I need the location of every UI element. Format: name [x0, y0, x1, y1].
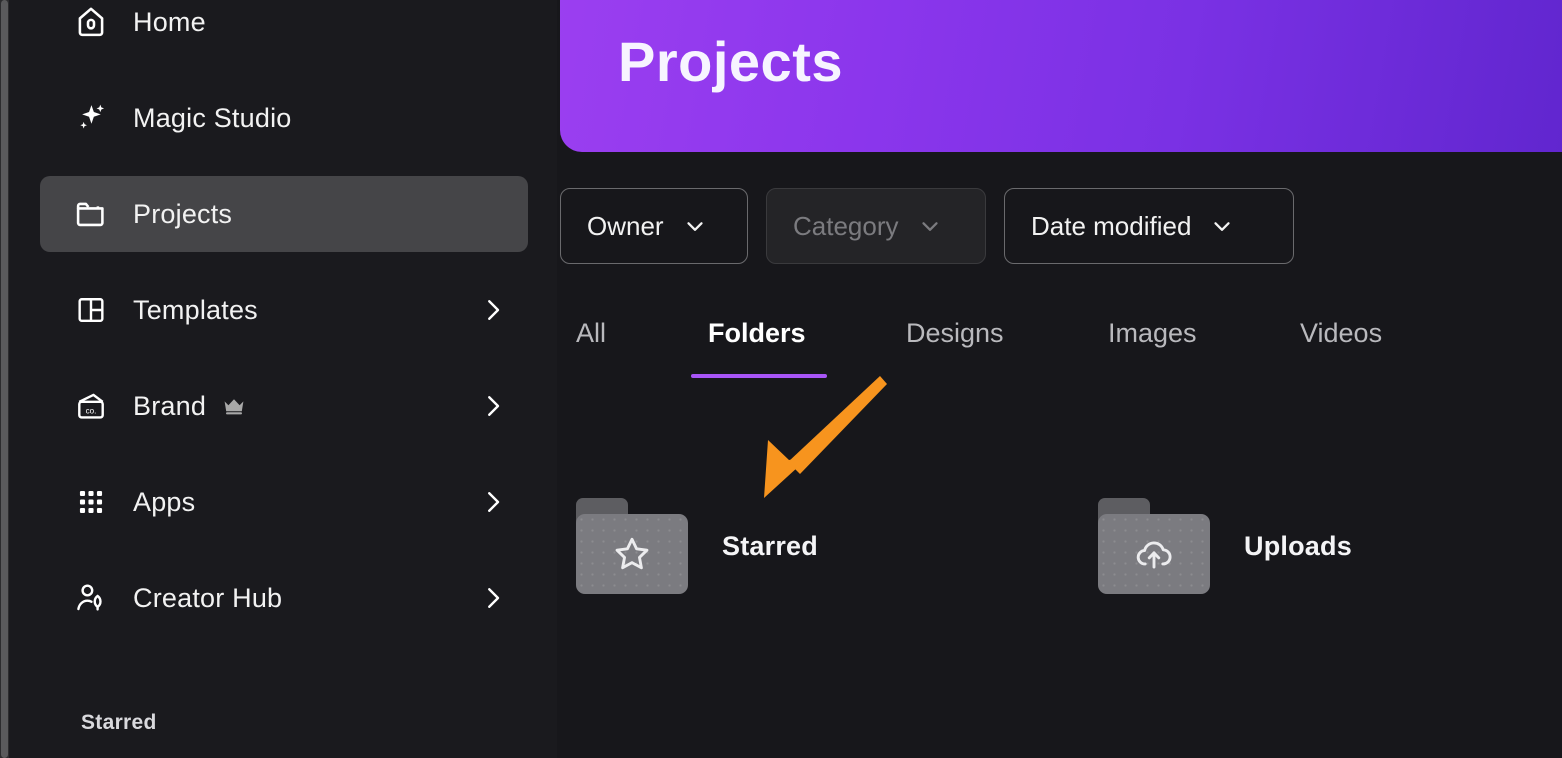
- sidebar-item-label: Templates: [133, 294, 258, 325]
- folder-thumbnail: [576, 498, 688, 594]
- chevron-down-icon: [1209, 213, 1235, 239]
- sidebar-item-home[interactable]: Home: [40, 0, 528, 60]
- chevron-right-icon: [478, 487, 508, 517]
- sidebar-item-creator-hub[interactable]: Creator Hub: [40, 560, 528, 636]
- folder-thumbnail: [1098, 498, 1210, 594]
- tab-videos[interactable]: Videos: [1300, 318, 1382, 360]
- layout-icon: [71, 290, 111, 330]
- annotation-arrow-icon: [744, 364, 904, 512]
- tab-label: Images: [1108, 318, 1197, 348]
- chevron-down-icon: [917, 213, 943, 239]
- sidebar-item-label: Apps: [133, 486, 196, 517]
- home-icon: [71, 2, 111, 42]
- folder-card-starred[interactable]: Starred: [576, 498, 818, 594]
- chevron-right-icon: [478, 295, 508, 325]
- chevron-right-icon: [478, 391, 508, 421]
- sidebar-item-label: Projects: [133, 198, 233, 229]
- grid-dots-icon: [71, 482, 111, 522]
- app-root: Home Magic Studio Projects Templates co.…: [0, 0, 1562, 758]
- crown-premium-icon: [222, 396, 246, 416]
- page-header-banner: Projects: [560, 0, 1562, 152]
- folder-icon: [71, 194, 111, 234]
- folder-label: Starred: [722, 530, 818, 561]
- filter-category-label: Category: [793, 210, 899, 241]
- chevron-right-icon: [478, 583, 508, 613]
- chevron-down-icon: [682, 213, 708, 239]
- filter-date-modified-button[interactable]: Date modified: [1004, 188, 1294, 264]
- sidebar-section-starred: Starred: [81, 711, 157, 734]
- sidebar-item-label: Magic Studio: [133, 102, 292, 133]
- tab-folders[interactable]: Folders: [708, 318, 806, 360]
- sparkles-icon: [71, 98, 111, 138]
- tab-label: Videos: [1300, 318, 1383, 348]
- creator-pen-icon: [71, 578, 111, 618]
- sidebar-item-label: Brand: [133, 390, 207, 421]
- sidebar: Home Magic Studio Projects Templates co.…: [9, 0, 557, 758]
- star-icon: [576, 514, 688, 594]
- page-scrollbar[interactable]: [0, 0, 9, 758]
- filter-date-modified-label: Date modified: [1031, 210, 1192, 241]
- sidebar-item-projects[interactable]: Projects: [40, 176, 528, 252]
- brand-card-icon: co.: [71, 386, 111, 426]
- filter-category-button[interactable]: Category: [766, 188, 986, 264]
- sidebar-item-templates[interactable]: Templates: [40, 272, 528, 348]
- tab-designs[interactable]: Designs: [906, 318, 1004, 360]
- filter-owner-label: Owner: [587, 210, 664, 241]
- sidebar-item-label: Creator Hub: [133, 582, 283, 613]
- cloud-upload-icon: [1098, 514, 1210, 594]
- folder-card-uploads[interactable]: Uploads: [1098, 498, 1352, 594]
- tab-images[interactable]: Images: [1108, 318, 1197, 360]
- filter-owner-button[interactable]: Owner: [560, 188, 748, 264]
- sidebar-item-magic-studio[interactable]: Magic Studio: [40, 80, 528, 156]
- tab-label: Folders: [708, 318, 806, 348]
- page-scrollbar-thumb[interactable]: [1, 0, 8, 758]
- svg-text:co.: co.: [86, 407, 97, 416]
- page-title: Projects: [618, 30, 843, 93]
- sidebar-item-label: Home: [133, 6, 206, 37]
- sidebar-item-brand[interactable]: co. Brand: [40, 368, 528, 444]
- tab-label: All: [576, 318, 607, 348]
- tab-active-indicator: [691, 374, 827, 378]
- tab-label: Designs: [906, 318, 1004, 348]
- sidebar-item-apps[interactable]: Apps: [40, 464, 528, 540]
- folder-label: Uploads: [1244, 530, 1352, 561]
- tab-all[interactable]: All: [576, 318, 606, 360]
